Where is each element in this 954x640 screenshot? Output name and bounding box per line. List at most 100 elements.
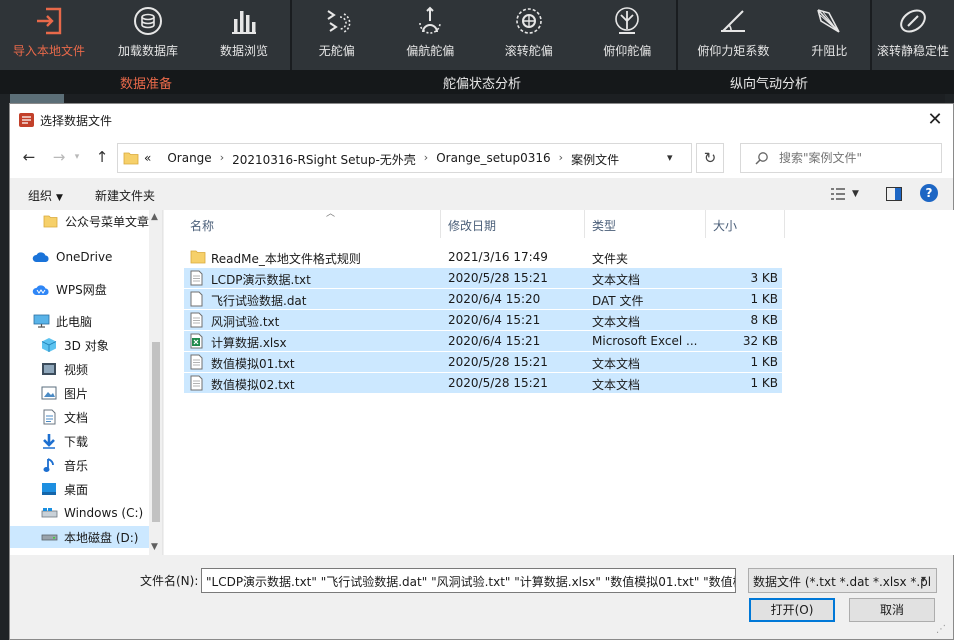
nav-item-onedrive[interactable]: OneDrive <box>10 246 149 268</box>
roll-deflection-button[interactable]: 滚转舵偏 <box>479 0 578 70</box>
file-row[interactable]: 数值模拟01.txt 2020/5/28 15:21 文本文档 1 KB <box>184 352 782 372</box>
navigation-scrollbar[interactable]: ▲ ▼ <box>149 210 162 555</box>
lift-drag-button[interactable]: 升阻比 <box>789 0 870 70</box>
file-row[interactable]: 计算数据.xlsx 2020/6/4 15:21 Microsoft Excel… <box>184 331 782 351</box>
file-row[interactable]: 数值模拟02.txt 2020/5/28 15:21 文本文档 1 KB <box>184 373 782 393</box>
folder-icon <box>190 250 206 264</box>
file-type: 文本文档 <box>592 273 641 287</box>
organize-button[interactable]: 组织 ▼ <box>28 187 63 204</box>
preview-pane-icon <box>886 187 902 201</box>
file-date: 2020/6/4 15:21 <box>448 313 541 327</box>
nav-item-wps-cloud[interactable]: WPS网盘 <box>10 278 149 300</box>
column-header-label: 修改日期 <box>448 219 497 233</box>
cancel-button[interactable]: 取消 <box>849 598 935 622</box>
back-button[interactable]: ← <box>18 146 40 168</box>
nav-item-downloads[interactable]: 下载 <box>10 430 149 452</box>
nav-item-label: 图片 <box>64 386 89 401</box>
section-longitudinal-analysis[interactable]: 纵向气动分析 <box>730 73 808 92</box>
text-file-icon <box>190 354 203 370</box>
file-type: DAT 文件 <box>592 294 644 308</box>
documents-icon <box>40 409 58 425</box>
nav-item-videos[interactable]: 视频 <box>10 358 149 380</box>
pitch-deflection-button[interactable]: 俯仰舵偏 <box>579 0 677 70</box>
chevron-down-icon: ▼ <box>852 189 859 199</box>
breadcrumb-item[interactable]: 案例文件 <box>571 151 619 168</box>
open-button[interactable]: 打开(O) <box>749 598 835 622</box>
breadcrumb-item[interactable]: Orange <box>167 151 211 168</box>
refresh-button[interactable]: ↻ <box>696 143 724 173</box>
recent-locations-button[interactable]: ▾ <box>70 146 84 168</box>
scroll-up-icon[interactable]: ▲ <box>151 212 158 222</box>
arrow-up-icon: ↑ <box>95 148 109 166</box>
address-dropdown-icon[interactable]: ▾ <box>667 151 673 164</box>
column-header-type[interactable]: 类型 <box>586 210 706 238</box>
close-icon: ✕ <box>927 109 943 130</box>
file-row[interactable]: 风洞试验.txt 2020/6/4 15:21 文本文档 8 KB <box>184 310 782 330</box>
this-pc-icon <box>32 314 50 328</box>
roll-stability-icon <box>897 0 929 42</box>
downloads-icon <box>40 433 58 449</box>
roll-stability-button[interactable]: 滚转静稳定性 <box>872 0 954 70</box>
preview-pane-button[interactable] <box>886 184 902 204</box>
section-deflection-analysis[interactable]: 舵偏状态分析 <box>443 73 521 92</box>
breadcrumb-item[interactable]: 20210316-RSight Setup-无外壳 <box>232 151 416 168</box>
search-box[interactable] <box>740 143 942 173</box>
nav-item-this-pc[interactable]: 此电脑 <box>10 310 149 332</box>
wps-cloud-icon <box>32 283 50 296</box>
music-icon <box>40 457 58 473</box>
column-header-label: 类型 <box>592 219 617 233</box>
excel-file-icon <box>190 333 203 349</box>
up-button[interactable]: ↑ <box>91 146 113 168</box>
file-row[interactable]: LCDP演示数据.txt 2020/5/28 15:21 文本文档 3 KB <box>184 268 782 288</box>
search-input[interactable] <box>779 150 929 166</box>
import-file-icon <box>34 0 64 42</box>
refresh-icon: ↻ <box>703 149 717 167</box>
scrollbar-thumb[interactable] <box>152 342 160 522</box>
data-browse-button[interactable]: 数据浏览 <box>198 0 290 70</box>
column-header-name[interactable]: ︿ 名称 <box>184 209 441 238</box>
yaw-deflection-button[interactable]: 偏航舵偏 <box>382 0 480 70</box>
file-row[interactable]: ReadMe_本地文件格式规则 2021/3/16 17:49 文件夹 <box>184 247 782 267</box>
filename-input[interactable]: "LCDP演示数据.txt" "飞行试验数据.dat" "风洞试验.txt" "… <box>201 568 736 593</box>
breadcrumb-overflow[interactable]: « <box>144 151 151 168</box>
nav-item-pictures[interactable]: 图片 <box>10 382 149 404</box>
view-options-button[interactable]: ▼ <box>830 184 859 204</box>
nav-item-label: 视频 <box>64 362 89 377</box>
resize-grip-icon[interactable]: ⋰ <box>936 624 946 635</box>
text-file-icon <box>190 270 203 286</box>
nav-item-label: WPS网盘 <box>56 282 107 297</box>
file-name: ReadMe_本地文件格式规则 <box>211 252 361 266</box>
nav-item-music[interactable]: 音乐 <box>10 454 149 476</box>
pitch-moment-button[interactable]: 俯仰力矩系数 <box>678 0 789 70</box>
scroll-down-icon[interactable]: ▼ <box>151 542 158 552</box>
no-deflection-button[interactable]: 无舵偏 <box>292 0 382 70</box>
toolbar-group-stability: 滚转静稳定性 <box>872 0 954 70</box>
nav-item-drive-d[interactable]: 本地磁盘 (D:) <box>10 526 149 548</box>
load-database-button[interactable]: 加载数据库 <box>98 0 198 70</box>
address-bar[interactable]: « Orange › 20210316-RSight Setup-无外壳 › O… <box>117 143 692 173</box>
nav-item-documents[interactable]: 文档 <box>10 406 149 428</box>
import-local-file-button[interactable]: 导入本地文件 <box>0 0 98 70</box>
nav-item-wechat-articles[interactable]: 公众号菜单文章 <box>10 210 149 232</box>
help-button[interactable]: ? <box>920 184 938 202</box>
nav-item-label: 桌面 <box>64 482 89 497</box>
new-folder-button[interactable]: 新建文件夹 <box>95 187 155 204</box>
no-deflection-icon <box>322 0 352 42</box>
load-database-icon <box>132 0 164 42</box>
file-row[interactable]: 飞行试验数据.dat 2020/6/4 15:20 DAT 文件 1 KB <box>184 289 782 309</box>
file-date: 2020/5/28 15:21 <box>448 355 548 369</box>
forward-button[interactable]: → <box>48 146 70 168</box>
nav-item-label: 下载 <box>64 434 89 449</box>
nav-item-drive-c[interactable]: Windows (C:) <box>10 502 149 524</box>
data-browse-label: 数据浏览 <box>219 44 268 58</box>
file-name: 数值模拟02.txt <box>211 378 295 392</box>
nav-item-3d-objects[interactable]: 3D 对象 <box>10 334 149 356</box>
nav-item-desktop[interactable]: 桌面 <box>10 478 149 500</box>
section-data-prep[interactable]: 数据准备 <box>120 73 172 92</box>
column-header-date[interactable]: 修改日期 <box>442 210 585 238</box>
column-header-size[interactable]: 大小 <box>707 210 785 238</box>
pitch-moment-label: 俯仰力矩系数 <box>697 44 770 58</box>
close-button[interactable]: ✕ <box>924 110 946 130</box>
breadcrumb-item[interactable]: Orange_setup0316 <box>436 151 550 168</box>
filetype-select[interactable]: 数据文件 (*.txt *.dat *.xlsx *.pl ▾ <box>748 568 937 593</box>
